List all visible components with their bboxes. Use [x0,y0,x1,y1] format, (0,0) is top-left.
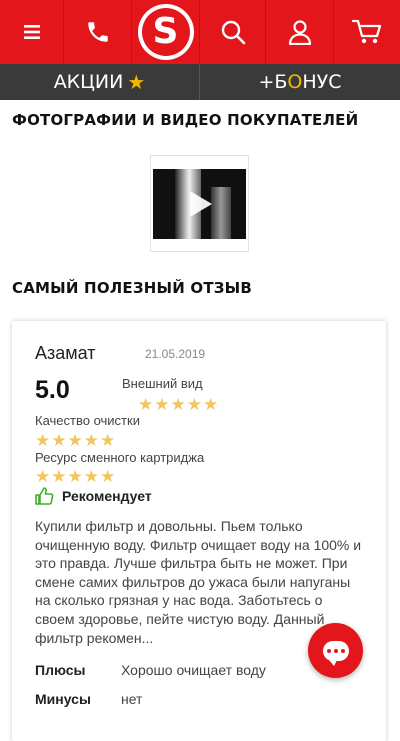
search-button[interactable] [200,0,266,64]
bonus-label-start: +Б [258,71,288,93]
criterion-label: Качество очистки [35,413,140,428]
pros-label: Плюсы [35,662,86,678]
criterion-stars: ★★★★★ [35,467,117,486]
actions-link[interactable]: АКЦИИ ★ [0,64,200,100]
review-section-title: САМЫЙ ПОЛЕЗНЫЙ ОТЗЫВ [12,279,253,297]
star-icon: ★ [127,70,146,94]
criterion-stars: ★★★★★ [138,395,220,414]
chat-dot [326,648,331,653]
bonus-label-end: НУС [302,71,342,93]
user-icon [288,20,311,45]
review-text: Купили фильтр и довольны. Пьем только оч… [35,518,362,646]
video-preview [153,169,246,239]
cons-label: Минусы [35,691,91,707]
thumbs-up-icon [35,487,54,505]
bonus-power-icon: О [287,71,303,93]
search-icon [221,20,245,45]
chat-button[interactable] [308,623,363,678]
chat-icon [322,640,349,666]
top-navigation-bar: S [0,0,400,64]
customer-video-thumbnail[interactable] [150,155,249,252]
chat-dot [333,648,338,653]
logo: S [137,4,194,60]
review-date: 21.05.2019 [145,347,206,361]
logo-link[interactable]: S [132,0,200,64]
bonus-link[interactable]: +Б О НУС [200,64,400,100]
recommend-badge: Рекомендует [34,486,152,506]
review-card: Азамат 21.05.2019 5.0 Внешний вид ★★★★★ … [12,321,386,741]
chat-dot [340,648,345,653]
media-section-title: ФОТОГРАФИИ И ВИДЕО ПОКУПАТЕЛЕЙ [12,111,359,129]
criterion-stars: ★★★★★ [35,431,117,450]
review-author: Азамат [35,343,96,363]
phone-button[interactable] [64,0,132,64]
menu-button[interactable] [0,0,64,64]
review-score: 5.0 [35,376,70,404]
preview-highlight-2 [211,187,231,239]
criterion-label: Ресурс сменного картриджа [35,450,205,465]
promo-bar: АКЦИИ ★ +Б О НУС [0,64,400,100]
account-button[interactable] [266,0,334,64]
actions-label: АКЦИИ [53,71,124,93]
hamburger-icon [23,25,40,39]
pros-value: Хорошо очищает воду [121,662,266,678]
play-icon [190,191,212,217]
cart-button[interactable] [334,0,400,64]
recommend-label: Рекомендует [62,488,152,504]
cart-icon [352,19,382,44]
cons-value: нет [121,691,143,707]
logo-letter: S [141,8,190,56]
criterion-label: Внешний вид [122,376,203,391]
phone-icon [87,22,108,42]
